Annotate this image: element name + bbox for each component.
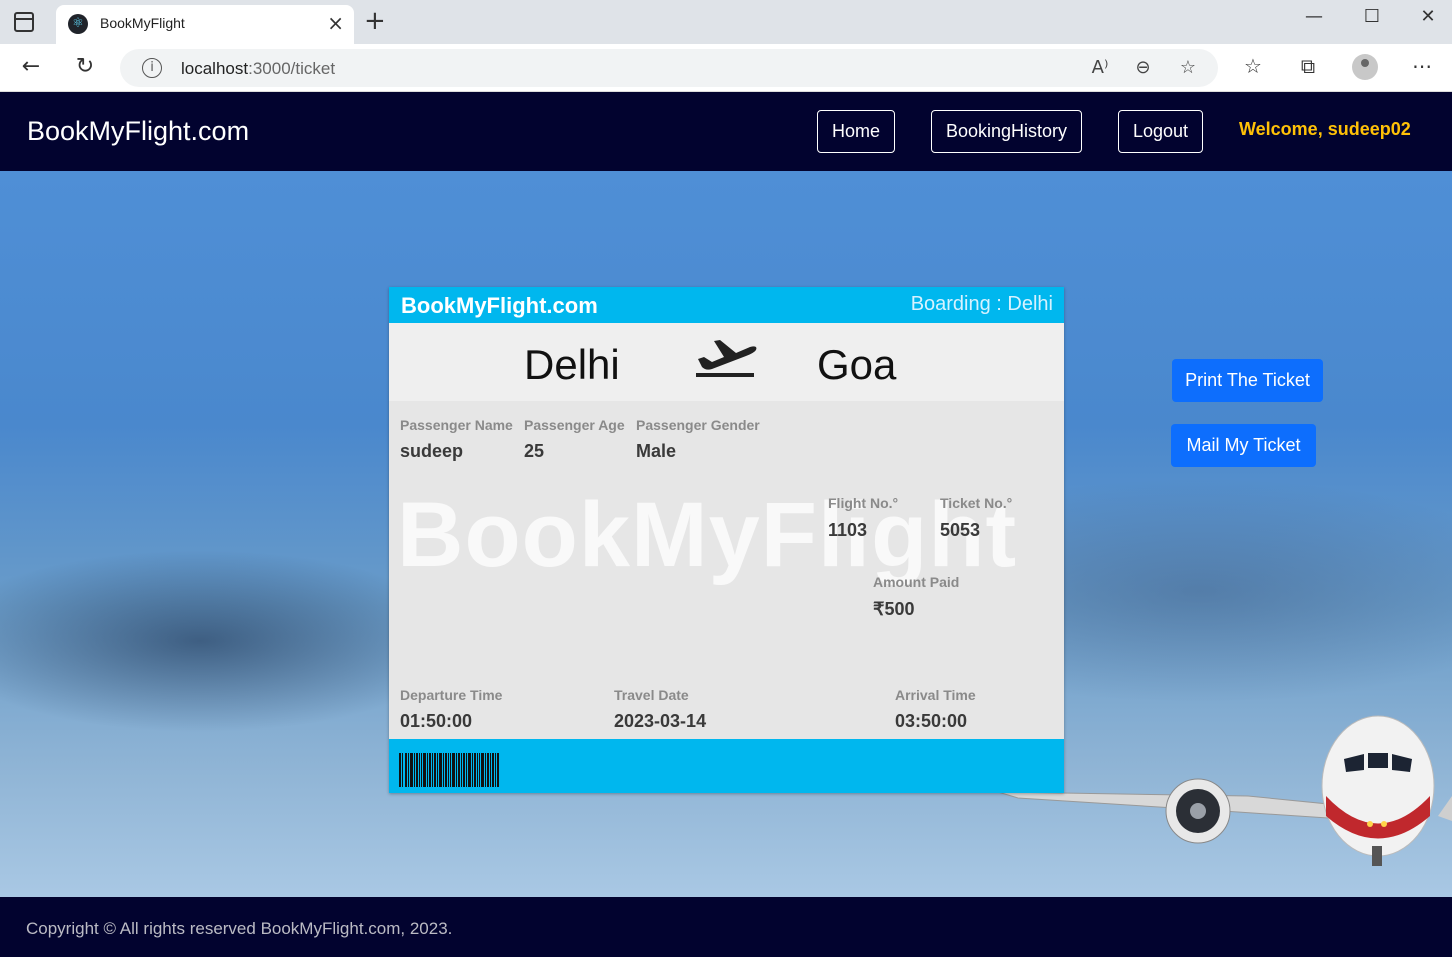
destination-city: Goa	[817, 341, 897, 388]
favorites-icon[interactable]: ☆	[1238, 54, 1268, 78]
browser-tab-bar: ⚛ BookMyFlight × + — ☐ ✕	[0, 0, 1452, 44]
react-icon: ⚛	[68, 14, 88, 34]
profile-avatar[interactable]	[1352, 54, 1378, 80]
url-path: :3000/ticket	[248, 59, 336, 78]
tab-actions-icon[interactable]	[14, 12, 34, 32]
amount-paid-value: ₹500	[873, 599, 915, 619]
ticket-footer	[389, 739, 1064, 793]
add-favorite-icon[interactable]: ☆	[1174, 57, 1202, 78]
ticket-no-label: Ticket No.°	[940, 495, 1013, 511]
origin-city: Delhi	[524, 341, 620, 388]
more-menu-icon[interactable]: ⋯	[1407, 54, 1437, 78]
travel-date-label: Travel Date	[614, 687, 689, 703]
minimize-icon[interactable]: —	[1294, 6, 1334, 27]
booking-history-button[interactable]: BookingHistory	[931, 110, 1083, 153]
passenger-gender-value: Male	[636, 441, 677, 461]
takeoff-plane-icon	[696, 340, 757, 377]
site-navbar: BookMyFlight.com Home BookingHistory Log…	[0, 92, 1452, 171]
flight-no-label: Flight No.°	[828, 495, 899, 511]
welcome-text: Welcome, sudeep02	[1239, 119, 1411, 139]
travel-date-value: 2023-03-14	[614, 711, 707, 731]
passenger-age-label: Passenger Age	[524, 417, 625, 433]
window-close-icon[interactable]: ✕	[1408, 6, 1448, 27]
home-button[interactable]: Home	[817, 110, 896, 153]
barcode-image	[399, 753, 499, 787]
new-tab-icon[interactable]: +	[364, 6, 386, 36]
read-aloud-icon[interactable]: A⁾	[1086, 57, 1114, 78]
flight-no-value: 1103	[828, 520, 868, 540]
ticket-header: BookMyFlight.com Boarding : Delhi	[389, 287, 1064, 323]
arrival-time-label: Arrival Time	[895, 687, 976, 703]
ticket-no-value: 5053	[940, 520, 981, 540]
browser-tab[interactable]: ⚛ BookMyFlight ×	[56, 5, 354, 44]
amount-paid-label: Amount Paid	[873, 574, 960, 590]
info-icon[interactable]: i	[142, 58, 162, 78]
ticket-watermark: BookMyFlight	[397, 484, 1018, 586]
passenger-name-label: Passenger Name	[400, 417, 513, 433]
print-ticket-button[interactable]: Print The Ticket	[1172, 359, 1323, 402]
route-section: Delhi Goa	[389, 323, 1064, 401]
departure-time-value: 01:50:00	[400, 711, 473, 731]
url-text[interactable]: localhost:3000/ticket	[181, 59, 335, 79]
maximize-icon[interactable]: ☐	[1352, 6, 1392, 27]
copyright-text: Copyright © All rights reserved BookMyFl…	[26, 919, 453, 938]
url-host: localhost	[181, 59, 249, 78]
address-toolbar: ← ↻ i localhost:3000/ticket A⁾ ⊖ ☆ ☆ ⧉ ⋯	[0, 44, 1452, 92]
close-tab-icon[interactable]: ×	[327, 11, 344, 35]
departure-time-label: Departure Time	[400, 687, 503, 703]
back-arrow-icon[interactable]: ←	[16, 54, 46, 79]
passenger-gender-label: Passenger Gender	[636, 417, 760, 433]
site-brand[interactable]: BookMyFlight.com	[27, 116, 249, 147]
ticket-brand: BookMyFlight.com	[401, 293, 598, 318]
address-bar[interactable]: i localhost:3000/ticket A⁾ ⊖ ☆	[120, 49, 1218, 87]
passenger-age-value: 25	[524, 441, 545, 461]
reload-icon[interactable]: ↻	[70, 54, 100, 79]
passenger-name-value: sudeep	[400, 441, 464, 461]
tab-title: BookMyFlight	[100, 15, 185, 31]
airplane-image	[998, 715, 1452, 866]
boarding-pass: BookMyFlight.com Boarding : Delhi Delhi …	[389, 287, 1064, 793]
collections-icon[interactable]: ⧉	[1293, 54, 1323, 78]
zoom-out-icon[interactable]: ⊖	[1129, 57, 1157, 78]
site-footer: Copyright © All rights reserved BookMyFl…	[0, 897, 1452, 957]
arrival-time-value: 03:50:00	[895, 711, 968, 731]
mail-ticket-button[interactable]: Mail My Ticket	[1171, 424, 1316, 467]
boarding-city: Boarding : Delhi	[910, 293, 1053, 315]
logout-button[interactable]: Logout	[1118, 110, 1204, 153]
